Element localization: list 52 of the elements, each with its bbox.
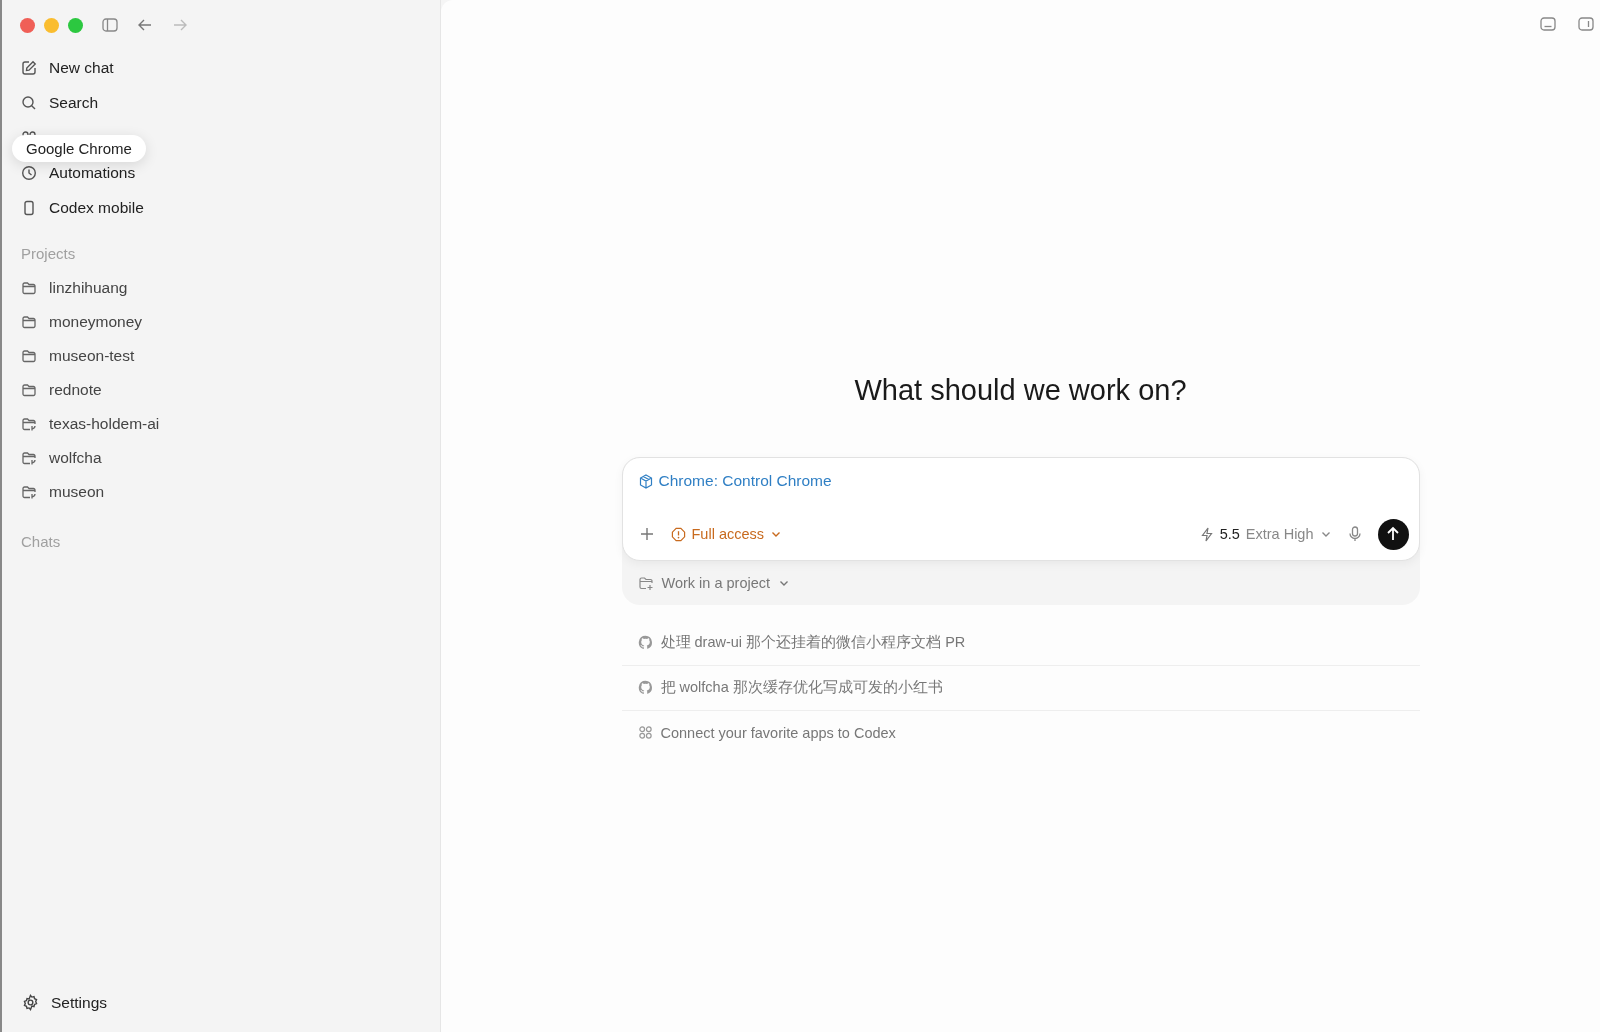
microphone-icon[interactable] (1347, 526, 1362, 542)
phone-icon (21, 199, 37, 216)
folder-plus-icon (637, 574, 654, 591)
folder-branch-icon (21, 416, 37, 432)
suggestion-item[interactable]: 处理 draw-ui 那个还挂着的微信小程序文档 PR (621, 620, 1420, 666)
suggestion-item[interactable]: 把 wolfcha 那次缓存优化写成可发的小红书 (621, 665, 1420, 711)
nav-item[interactable]: Search (14, 85, 428, 120)
section-heading: Projects (20, 244, 77, 264)
model-dropdown[interactable]: 5.5 Extra High (1199, 526, 1332, 542)
project-item[interactable]: museon-test (14, 339, 428, 373)
maximize-button[interactable] (68, 17, 83, 33)
folder-icon (21, 314, 37, 330)
composer-field[interactable]: Chrome: Control Chrome Full access 5.5 Extra High (621, 457, 1420, 561)
headline: What should we work on? (854, 374, 1187, 407)
close-button[interactable] (20, 17, 35, 33)
tooltip: Google Chrome (12, 135, 146, 162)
cube-icon (638, 473, 653, 489)
mention-chip[interactable]: Chrome: Control Chrome (638, 472, 832, 490)
project-item[interactable]: wolfcha (14, 441, 428, 475)
project-item[interactable]: rednote (14, 373, 428, 407)
section-heading: Chats (20, 532, 62, 552)
search-icon (21, 94, 37, 111)
edit-icon (21, 59, 37, 76)
folder-branch-icon (21, 484, 37, 500)
folder-icon (21, 348, 37, 364)
github-icon (637, 680, 653, 695)
github-icon (637, 635, 653, 650)
nav-item[interactable]: Codex mobile (14, 190, 428, 225)
project-picker[interactable]: Work in a project (621, 560, 807, 595)
folder-icon (21, 280, 37, 296)
side-panel-icon[interactable] (1578, 17, 1594, 31)
nav-item[interactable]: New chat (14, 50, 428, 85)
settings-item[interactable]: Settings (14, 985, 428, 1020)
folder-branch-icon (21, 450, 37, 466)
project-item[interactable]: linzhihuang (14, 271, 428, 305)
project-item[interactable]: museon (14, 475, 428, 509)
warning-icon (670, 526, 686, 542)
access-dropdown[interactable]: Full access (670, 526, 783, 542)
project-item[interactable]: texas-holdem-ai (14, 407, 428, 441)
folder-icon (21, 382, 37, 398)
forward-arrow-icon[interactable] (172, 18, 188, 32)
lightning-icon (1199, 526, 1214, 542)
plus-icon[interactable] (638, 526, 655, 542)
sidebar-toggle-icon[interactable] (102, 18, 118, 32)
settings-icon (22, 994, 39, 1011)
up-arrow-icon (1385, 526, 1401, 542)
bottom-panel-icon[interactable] (1540, 17, 1556, 31)
clock-icon (21, 164, 37, 181)
send-button[interactable] (1377, 518, 1409, 550)
suggestion-item[interactable]: Connect your favorite apps to Codex (621, 710, 1420, 755)
project-item[interactable]: moneymoney (14, 305, 428, 339)
back-arrow-icon[interactable] (137, 18, 153, 32)
